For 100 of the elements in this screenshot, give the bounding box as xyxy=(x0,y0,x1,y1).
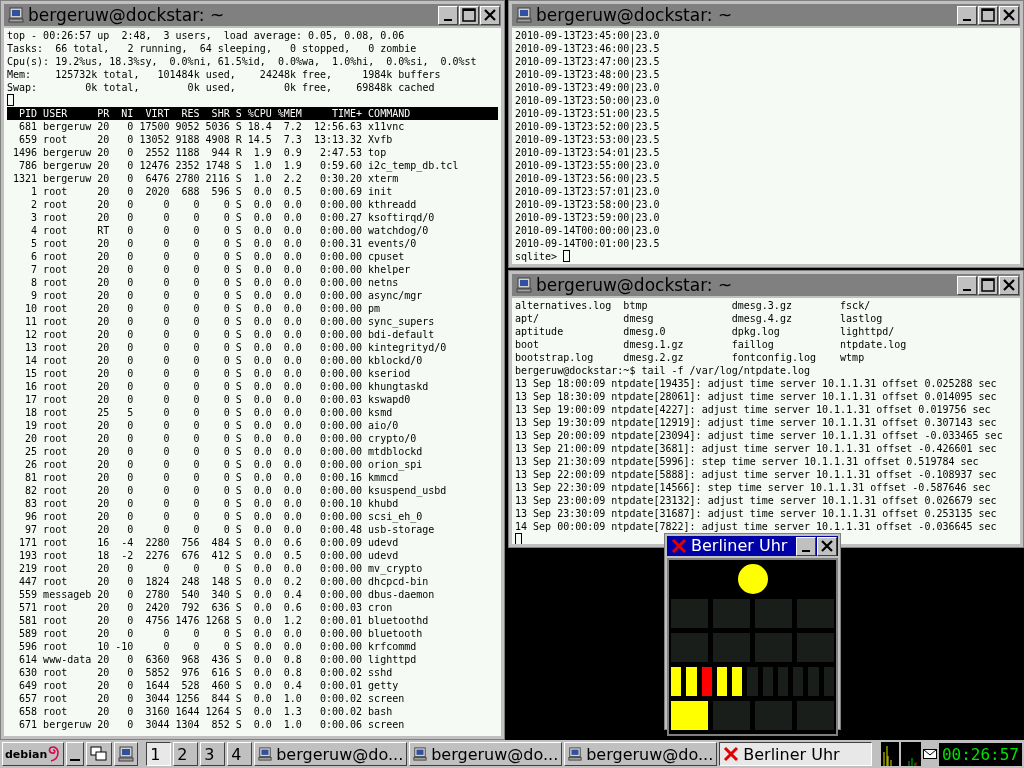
table-cell: S xyxy=(235,172,242,185)
table-cell-text: root xyxy=(43,315,69,328)
close-button[interactable] xyxy=(999,5,1019,25)
table-cell-text: 681 xyxy=(18,120,38,133)
desktop-button[interactable]: 2 xyxy=(173,742,199,766)
table-cell: RT xyxy=(97,224,110,237)
table-cell-text: 0 xyxy=(222,497,230,510)
table-cell-text: 0:00.31 xyxy=(318,237,363,250)
table-cell-text: 0.0 xyxy=(252,705,272,718)
table-cell: S xyxy=(235,588,242,601)
table-cell-text: 460 xyxy=(210,679,230,692)
close-icon xyxy=(1003,279,1015,291)
task-button[interactable]: bergeruw@do... xyxy=(254,742,408,766)
minimize-button[interactable] xyxy=(796,536,816,556)
table-cell-text: 657 xyxy=(18,692,38,705)
table-cell: 14.5 xyxy=(247,133,272,146)
close-button[interactable] xyxy=(480,5,500,25)
table-cell-text: 0 xyxy=(126,588,134,601)
table-cell-text: 0.0 xyxy=(252,406,272,419)
table-cell-text: 649 xyxy=(18,679,38,692)
table-cell-text: 0 xyxy=(222,276,230,289)
start-menu-button[interactable]: debian xyxy=(2,742,65,766)
maximize-button[interactable] xyxy=(978,275,998,295)
close-button[interactable] xyxy=(999,275,1019,295)
task-button[interactable]: Berliner Uhr xyxy=(719,742,873,766)
table-cell-text: 0:00.02 xyxy=(318,692,363,705)
table-cell-text: -4 xyxy=(120,536,134,549)
table-cell-text: 0 xyxy=(162,471,170,484)
table-cell: 20 xyxy=(97,562,110,575)
terminal-line: 13 Sep 23:30:09 ntpdate[31687]: adjust time server 10.1.1.31 offset 0.253135 sec xyxy=(515,507,998,520)
table-cell: bluetooth xyxy=(368,627,423,640)
table-cell-text: 0.5 xyxy=(282,549,302,562)
table-cell-text: 0.0 xyxy=(252,536,272,549)
table-cell: 1304 xyxy=(175,718,200,731)
x-icon xyxy=(671,538,687,554)
table-cell: async/mgr xyxy=(368,289,423,302)
table-cell-text: 0.0 xyxy=(282,419,302,432)
table-cell-text: 0:00.00 xyxy=(318,575,363,588)
table-cell-text: 852 xyxy=(210,718,230,731)
table-cell-text: root xyxy=(43,523,69,536)
table-cell-text: 0 xyxy=(192,250,200,263)
table-cell-text: 0:00.00 xyxy=(318,367,363,380)
terminal-line: 13 Sep 23:00:09 ntpdate[23132]: adjust time server 10.1.1.31 offset 0.026679 sec xyxy=(515,494,998,507)
table-cell-text: root xyxy=(43,471,69,484)
minimize-button[interactable] xyxy=(957,275,977,295)
table-cell-text: 0 xyxy=(192,471,200,484)
table-cell: 20 xyxy=(97,328,110,341)
table-cell-text: 0.0 xyxy=(252,627,272,640)
file-name: dmesg.1.gz xyxy=(623,338,685,351)
table-cell: 12476 xyxy=(139,159,170,172)
table-cell: messageb xyxy=(43,588,92,601)
table-cell: 20 xyxy=(97,419,110,432)
show-desktop-button[interactable] xyxy=(66,742,85,766)
desktop-button[interactable]: 3 xyxy=(200,742,226,766)
table-cell-text: 484 xyxy=(210,536,230,549)
desktop-button[interactable]: 4 xyxy=(227,742,253,766)
table-cell-text: root xyxy=(43,276,69,289)
maximize-button[interactable] xyxy=(978,5,998,25)
table-cell-text: 14 xyxy=(24,354,38,367)
table-cell-text: 0:00.00 xyxy=(318,549,363,562)
table-cell-text: 596 xyxy=(18,640,38,653)
task-button[interactable]: bergeruw@do... xyxy=(409,742,563,766)
table-cell-text: root xyxy=(43,549,69,562)
table-cell-text: 0:00.06 xyxy=(318,718,363,731)
task-button[interactable]: bergeruw@do... xyxy=(564,742,718,766)
table-cell-text: 630 xyxy=(18,666,38,679)
table-cell: 20 xyxy=(97,120,110,133)
terminal-line: 2010-09-13T23:45:00|23.0 xyxy=(515,29,661,42)
window-list-button[interactable] xyxy=(86,742,113,766)
table-cell-text: 0 xyxy=(222,419,230,432)
table-cell-text: 2280 xyxy=(144,536,170,549)
table-cell-text: 7 xyxy=(30,263,38,276)
desktop-button[interactable]: 1 xyxy=(146,742,172,766)
table-cell-text: 4756 xyxy=(144,614,170,627)
table-cell: S xyxy=(235,211,242,224)
table-cell: S xyxy=(235,510,242,523)
table-cell-text: 0:00.00 xyxy=(318,354,363,367)
table-cell-text: 0.0 xyxy=(282,380,302,393)
table-cell: 20 xyxy=(97,263,110,276)
table-cell-text: 571 xyxy=(18,601,38,614)
table-cell-text: 0:00.00 xyxy=(318,198,363,211)
terminal-launcher[interactable] xyxy=(114,742,139,766)
table-cell: S xyxy=(235,536,242,549)
minimize-button[interactable] xyxy=(438,5,458,25)
terminal-line: Mem: 125732k total, 101484k used, 24248k free, 1984k buffers xyxy=(7,68,442,81)
maximize-button[interactable] xyxy=(459,5,479,25)
file-name: boot xyxy=(515,338,541,351)
table-cell-text: 1.3 xyxy=(282,705,302,718)
table-cell-text: 0:00.00 xyxy=(318,458,363,471)
table-cell-text: 13 xyxy=(24,341,38,354)
file-name: lastlog xyxy=(840,312,884,325)
terminal-icon xyxy=(258,746,273,762)
table-cell-text: 0.0 xyxy=(252,510,272,523)
minimize-button[interactable] xyxy=(957,5,977,25)
table-cell-text: 0 xyxy=(222,562,230,575)
terminal-line: 2010-09-13T23:53:00|23.5 xyxy=(515,133,661,146)
table-cell: 20 xyxy=(97,718,110,731)
table-cell-text: 0.0 xyxy=(282,432,302,445)
table-cell: 1256 xyxy=(175,692,200,705)
close-button[interactable] xyxy=(817,536,837,556)
